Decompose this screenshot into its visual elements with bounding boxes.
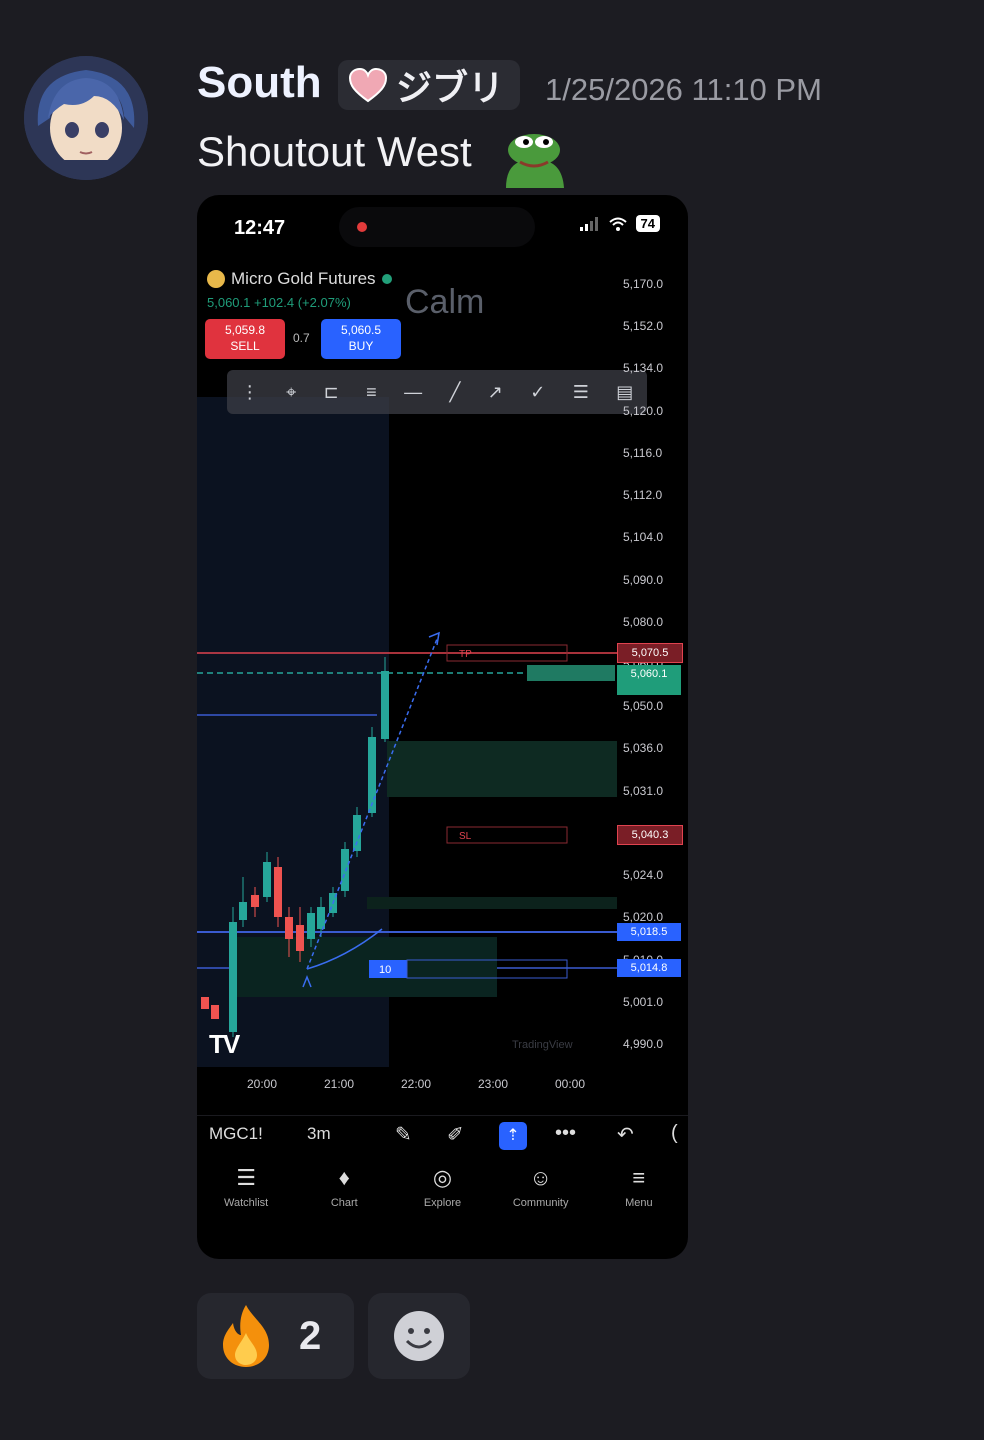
trade-tool-icon[interactable]: ⇡ — [499, 1122, 527, 1150]
ray-icon[interactable]: ↗ — [488, 382, 503, 403]
symbol-header[interactable]: Micro Gold Futures — [207, 269, 392, 289]
username[interactable]: South — [197, 58, 322, 108]
price-tick: 5,036.0 — [623, 741, 664, 756]
price-tag-last: 5,060.1 — [617, 665, 681, 695]
status-bar: 12:47 74 — [197, 195, 688, 257]
undo-icon[interactable]: ↶ — [617, 1122, 634, 1147]
price-tick: 5,001.0 — [623, 994, 664, 1009]
nav-watchlist[interactable]: ☰ Watchlist — [201, 1165, 291, 1235]
svg-text:TP: TP — [459, 649, 472, 660]
time-tick: 23:00 — [478, 1077, 509, 1091]
pepe-emoji[interactable] — [498, 128, 568, 188]
price-tag-sl: 5,040.3 — [617, 825, 683, 845]
buy-button[interactable]: 5,060.5 BUY — [321, 319, 401, 359]
explore-icon: ◎ — [432, 1165, 453, 1190]
ohlc-values: 5,060.1 +102.4 (+2.07%) — [207, 295, 351, 310]
interval-selector[interactable]: 3m — [307, 1124, 331, 1144]
symbol-code[interactable]: MGC1! — [209, 1124, 263, 1144]
drawing-toolbar[interactable]: ⋮ ⌖ ⊏ ≡ — ╱ ↗ ✓ ☰ ▤ — [227, 370, 647, 414]
trend-line-icon[interactable]: ╱ — [449, 382, 460, 403]
nav-explore[interactable]: ◎ Explore — [397, 1165, 487, 1235]
price-tick: 5,170.0 — [623, 277, 664, 291]
price-tick: 5,104.0 — [623, 530, 664, 545]
price-tick: 5,120.0 — [623, 403, 664, 418]
status-time: 12:47 — [234, 217, 286, 239]
sell-button[interactable]: 5,059.8 SELL — [205, 319, 285, 359]
lines-icon[interactable]: ≡ — [366, 382, 377, 403]
svg-text:10: 10 — [379, 964, 391, 976]
community-icon: ☺ — [529, 1165, 552, 1190]
image-attachment[interactable]: 12:47 74 TP SL 10 Micro Gold Futures 5,0… — [197, 195, 688, 1259]
price-tag-tp: 5,070.5 — [617, 643, 683, 663]
symbol-name: Micro Gold Futures — [231, 269, 376, 288]
price-tag-entry: 5,014.8 — [617, 959, 681, 977]
chart-icon: ♦ — [338, 1165, 350, 1190]
bottom-nav: ☰ Watchlist ♦ Chart ◎ Explore ☺ Communit… — [197, 1165, 688, 1235]
time-axis[interactable]: 20:00 21:00 22:00 23:00 00:00 — [197, 1075, 688, 1099]
price-tick: 5,024.0 — [623, 868, 664, 883]
drawing-tools-icon[interactable]: ✐ — [447, 1122, 464, 1147]
tradingview-logo: TV — [209, 1029, 240, 1059]
projection-line — [306, 638, 438, 970]
add-reaction-icon — [394, 1311, 444, 1361]
price-axis[interactable]: 4,990.05,001.05,010.05,020.05,024.05,028… — [617, 257, 688, 1107]
profit-zone — [387, 741, 617, 797]
price-tag-support: 5,018.5 — [617, 923, 681, 941]
time-tick: 22:00 — [401, 1077, 432, 1091]
chart-footer: TradingView — [512, 1039, 573, 1051]
entry-zone — [237, 937, 497, 997]
price-tick: 5,134.0 — [623, 361, 664, 376]
recording-dot-icon — [357, 222, 367, 232]
drag-handle-icon[interactable]: ⋮ — [241, 382, 259, 403]
guild-tag[interactable]: ジブリ — [338, 60, 520, 110]
user-avatar[interactable] — [24, 56, 148, 180]
expand-icon[interactable]: ( — [671, 1122, 678, 1145]
check-icon[interactable]: ✓ — [530, 382, 545, 403]
time-tick: 21:00 — [324, 1077, 355, 1091]
signal-icon — [579, 216, 598, 231]
dynamic-island — [339, 207, 535, 247]
fire-emoji — [223, 1305, 269, 1367]
heart-icon — [348, 67, 388, 103]
price-tick: 5,080.0 — [623, 614, 664, 629]
add-reaction-button[interactable] — [368, 1293, 470, 1379]
trading-chart[interactable]: TP SL 10 Micro Gold Futures 5,060.1 +102… — [197, 257, 688, 1107]
horizontal-line-icon[interactable]: — — [404, 382, 422, 403]
watermark-text: Calm — [405, 283, 485, 321]
battery-icon: 74 — [635, 215, 660, 232]
reaction-fire[interactable]: 2 — [197, 1293, 354, 1379]
price-tick: 5,112.0 — [623, 488, 663, 503]
settings-icon[interactable]: ☰ — [573, 382, 589, 403]
nav-community[interactable]: ☺ Community — [496, 1165, 586, 1235]
time-tick: 00:00 — [555, 1077, 586, 1091]
watchlist-icon: ☰ — [236, 1165, 256, 1190]
price-tick: 5,152.0 — [623, 319, 664, 334]
message-text: Shoutout West — [197, 128, 472, 175]
time-tick: 20:00 — [247, 1077, 278, 1091]
price-tick: 5,090.0 — [623, 572, 664, 587]
market-open-icon — [381, 274, 392, 284]
position-label — [527, 665, 615, 681]
zone-band — [367, 897, 617, 909]
price-tick: 5,116.0 — [623, 445, 663, 460]
nav-chart[interactable]: ♦ Chart — [299, 1165, 389, 1235]
wifi-icon — [608, 217, 627, 231]
menu-icon: ≡ — [632, 1165, 646, 1190]
chart-toolbar: MGC1! 3m ✎ ✐ ⇡ ••• ↶ ( — [197, 1115, 688, 1156]
bracket-icon[interactable]: ⊏ — [324, 382, 339, 403]
message-timestamp[interactable]: 1/25/2026 11:10 PM — [545, 72, 822, 108]
reaction-count: 2 — [299, 1313, 322, 1358]
gold-icon — [207, 270, 225, 288]
tag-label: ジブリ — [396, 68, 505, 109]
pin-icon[interactable]: ⌖ — [286, 382, 296, 403]
brush-icon[interactable]: ✎ — [395, 1122, 412, 1147]
spread-value: 0.7 — [293, 331, 310, 345]
status-icons: 74 — [579, 215, 660, 232]
price-tick: 4,990.0 — [623, 1037, 664, 1051]
price-tick: 5,031.0 — [623, 783, 664, 798]
nav-menu[interactable]: ≡ Menu — [594, 1165, 684, 1235]
more-icon[interactable]: ••• — [555, 1122, 576, 1145]
svg-text:SL: SL — [459, 831, 472, 842]
price-tick: 5,050.0 — [623, 699, 664, 714]
